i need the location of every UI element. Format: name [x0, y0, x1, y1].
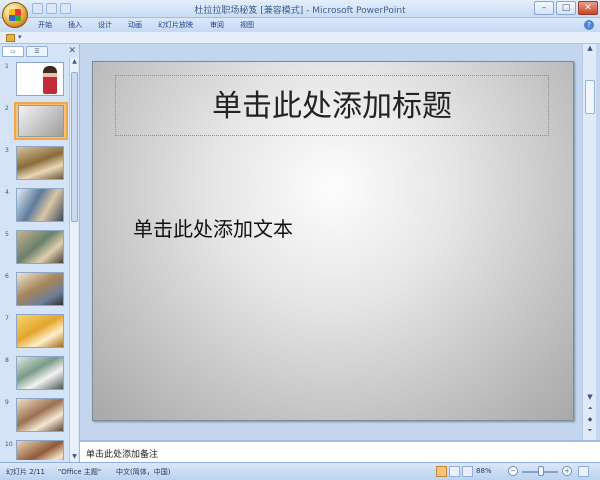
thumbnail-image [18, 105, 64, 137]
tab-slideshow[interactable]: 幻灯片放映 [158, 20, 193, 30]
fit-to-window-icon[interactable] [578, 466, 589, 477]
tab-design[interactable]: 设计 [98, 20, 112, 30]
slide-thumbnail-7[interactable]: 7 [2, 314, 68, 350]
panel-tabs: ▭ ☰ ✕ [2, 46, 78, 57]
maximize-button[interactable]: □ [556, 1, 576, 15]
thumbnail-image [16, 188, 64, 222]
theme-name[interactable]: "Office 主题" [58, 467, 101, 477]
slide-thumbnail-3[interactable]: 3 [2, 146, 68, 182]
thumbnail-image [16, 398, 64, 432]
notes-pane[interactable]: 单击此处添加备注 [80, 440, 600, 462]
slide-number: 1 [5, 63, 9, 70]
slide-editor: 单击此处添加标题 单击此处添加文本 ▲ ▼ ⏶ ◆ ⏷ [80, 44, 600, 440]
ribbon-tabs: 开始 插入 设计 动画 幻灯片放映 审阅 视图 ? [0, 18, 600, 32]
slide-number: 4 [5, 189, 9, 196]
office-logo-icon [9, 9, 21, 21]
minimize-button[interactable]: – [534, 1, 554, 15]
tab-view[interactable]: 视图 [240, 20, 254, 30]
slide-number: 10 [5, 441, 13, 448]
slide-number: 2 [5, 105, 9, 112]
slide-thumbnail-9[interactable]: 9 [2, 398, 68, 434]
scrollbar-thumb[interactable] [71, 72, 78, 222]
scroll-down-icon[interactable]: ▼ [70, 453, 79, 462]
person-figure-icon [43, 66, 57, 94]
slide-thumbnail-6[interactable]: 6 [2, 272, 68, 308]
language-indicator[interactable]: 中文(简体，中国) [116, 467, 170, 477]
tab-insert[interactable]: 插入 [68, 20, 82, 30]
zoom-slider-knob[interactable] [538, 466, 544, 476]
slide-number: 7 [5, 315, 9, 322]
slide-thumbnail-1[interactable]: 1 [2, 62, 68, 98]
body-placeholder[interactable]: 单击此处添加文本 [133, 213, 293, 242]
tab-outline[interactable]: ☰ [26, 46, 48, 57]
open-folder-icon[interactable] [6, 34, 15, 42]
slides-panel: ▭ ☰ ✕ 1 2 3 4 5 6 7 8 9 10 ▲ ▼ [0, 44, 80, 462]
zoom-in-icon[interactable]: + [562, 466, 572, 476]
slide-sorter-icon[interactable] [449, 466, 460, 477]
select-object-icon[interactable]: ◆ [583, 416, 597, 426]
slide-number: 6 [5, 273, 9, 280]
thumbnail-image [16, 146, 64, 180]
title-bar: 杜拉拉职场秘笈 [兼容模式] - Microsoft PowerPoint – … [0, 0, 600, 18]
window-title: 杜拉拉职场秘笈 [兼容模式] - Microsoft PowerPoint [194, 6, 406, 16]
office-button[interactable] [2, 2, 28, 28]
close-button[interactable]: ✕ [578, 1, 598, 15]
normal-view-icon[interactable] [436, 466, 447, 477]
slide-thumbnail-8[interactable]: 8 [2, 356, 68, 392]
thumbnail-image [16, 356, 64, 390]
slide-number: 3 [5, 147, 9, 154]
status-bar: 幻灯片 2/11 "Office 主题" 中文(简体，中国) 88% − + [0, 462, 600, 480]
tab-slides[interactable]: ▭ [2, 46, 24, 57]
slide-number: 5 [5, 231, 9, 238]
tab-animations[interactable]: 动画 [128, 20, 142, 30]
next-slide-icon[interactable]: ⏷ [583, 427, 597, 437]
zoom-out-icon[interactable]: − [508, 466, 518, 476]
thumbnail-image [16, 440, 64, 460]
previous-slide-icon[interactable]: ⏶ [583, 405, 597, 415]
scrollbar-thumb[interactable] [585, 80, 595, 114]
customize-arrow-icon[interactable]: ▾ [18, 33, 22, 41]
title-placeholder[interactable]: 单击此处添加标题 [115, 75, 549, 136]
thumbnail-image [16, 314, 64, 348]
thumbnail-list: 1 2 3 4 5 6 7 8 9 10 [2, 60, 68, 460]
help-icon[interactable]: ? [584, 20, 594, 30]
slide-thumbnail-10[interactable]: 10 [2, 440, 68, 460]
thumbnail-image [16, 230, 64, 264]
tab-review[interactable]: 审阅 [210, 20, 224, 30]
slide-counter: 幻灯片 2/11 [6, 468, 45, 476]
notes-placeholder[interactable]: 单击此处添加备注 [86, 447, 158, 460]
scroll-up-icon[interactable]: ▲ [70, 58, 79, 67]
slide-canvas[interactable]: 单击此处添加标题 单击此处添加文本 [92, 61, 574, 421]
scroll-up-icon[interactable]: ▲ [583, 44, 597, 55]
panel-scrollbar[interactable]: ▲ ▼ [69, 58, 78, 462]
slide-thumbnail-4[interactable]: 4 [2, 188, 68, 224]
scroll-down-icon[interactable]: ▼ [583, 393, 597, 404]
thumbnail-image [16, 272, 64, 306]
panel-close-icon[interactable]: ✕ [68, 46, 76, 56]
slide-number: 9 [5, 399, 9, 406]
zoom-level[interactable]: 88% [476, 467, 492, 475]
slide-thumbnail-5[interactable]: 5 [2, 230, 68, 266]
thumbnail-image [16, 62, 64, 96]
slide-number: 8 [5, 357, 9, 364]
tab-home[interactable]: 开始 [38, 20, 52, 30]
slide-thumbnail-2[interactable]: 2 [2, 102, 68, 140]
window-controls: – □ ✕ [534, 1, 598, 15]
editor-scrollbar[interactable]: ▲ ▼ ⏶ ◆ ⏷ [582, 44, 596, 440]
quick-toolbar: ▾ [0, 32, 600, 44]
slideshow-view-icon[interactable] [462, 466, 473, 477]
